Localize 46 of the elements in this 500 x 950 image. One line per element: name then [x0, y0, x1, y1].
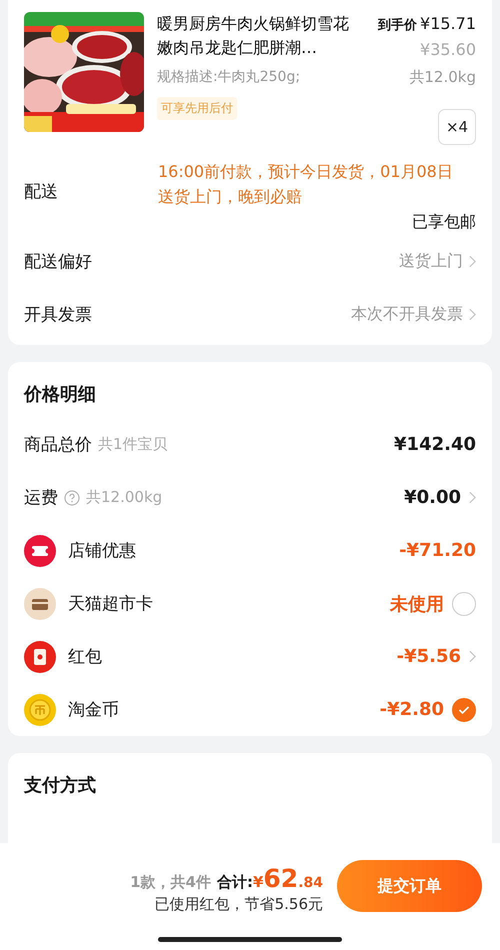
option-row[interactable]: 配送偏好 送货上门 [24, 235, 476, 288]
amount-text: ¥0.00 [404, 487, 461, 508]
card-icon [24, 588, 56, 620]
row-label: 淘金币 [68, 699, 119, 721]
row-label: 天猫超市卡 [68, 593, 153, 615]
section-title: 价格明细 [24, 383, 97, 407]
weight-text: 共12.0kg [409, 68, 476, 87]
product-title[interactable]: 暖男厨房牛肉火锅鲜切雪花嫩肉吊龙匙仁肥胼潮… [157, 12, 357, 62]
envelope-icon [24, 640, 56, 672]
radio-button[interactable] [452, 698, 476, 722]
deal-price-label: 到手价 [378, 18, 418, 33]
row-label: 红包 [68, 646, 102, 668]
coin-icon [24, 694, 56, 726]
row-label: 开具发票 [24, 304, 92, 326]
amount-text: -¥71.20 [399, 540, 476, 561]
radio-button[interactable] [452, 592, 476, 616]
option-value: 本次不开具发票 [351, 304, 463, 325]
deal-price: ¥15.71 [420, 14, 476, 33]
row-label: 店铺优惠 [68, 540, 136, 562]
row-label: 运费 [24, 487, 58, 509]
row-label: 商品总价 [24, 434, 92, 456]
chevron-icon [469, 255, 476, 268]
amount-text: -¥5.56 [396, 646, 461, 667]
section-title: 支付方式 [24, 774, 97, 798]
delivery-notice: 16:00前付款，预计今日发货，01月08日送货上门，晚到必赔 [158, 161, 454, 208]
original-price: ¥35.60 [419, 39, 476, 61]
option-value: 送货上门 [399, 251, 463, 272]
row-note: 共12.00kg [86, 488, 162, 507]
row-label: 配送偏好 [24, 251, 92, 273]
option-row[interactable]: 开具发票 本次不开具发票 [24, 288, 476, 341]
home-indicator[interactable] [158, 937, 342, 942]
savings-text: 已使用红包，节省5.56元 [154, 895, 323, 914]
pay-later-tag: 可享先用后付 [157, 97, 237, 120]
chevron-icon [469, 308, 476, 321]
quantity-button[interactable]: ×4 [438, 109, 476, 145]
ticket-icon [24, 534, 56, 566]
spec-text: 规格描述:牛肉丸250g; [157, 68, 300, 87]
amount-text: -¥2.80 [380, 699, 444, 720]
shipping-text: 已享包邮 [411, 211, 476, 233]
help-icon [64, 490, 80, 506]
check-icon [458, 704, 470, 714]
amount-text: ¥142.40 [394, 434, 476, 455]
row-label: 配送 [24, 180, 58, 202]
item-count: 1款，共4件 [130, 873, 211, 891]
row-note: 共1件宝贝 [98, 435, 168, 454]
amount-text: 未使用 [390, 592, 444, 616]
